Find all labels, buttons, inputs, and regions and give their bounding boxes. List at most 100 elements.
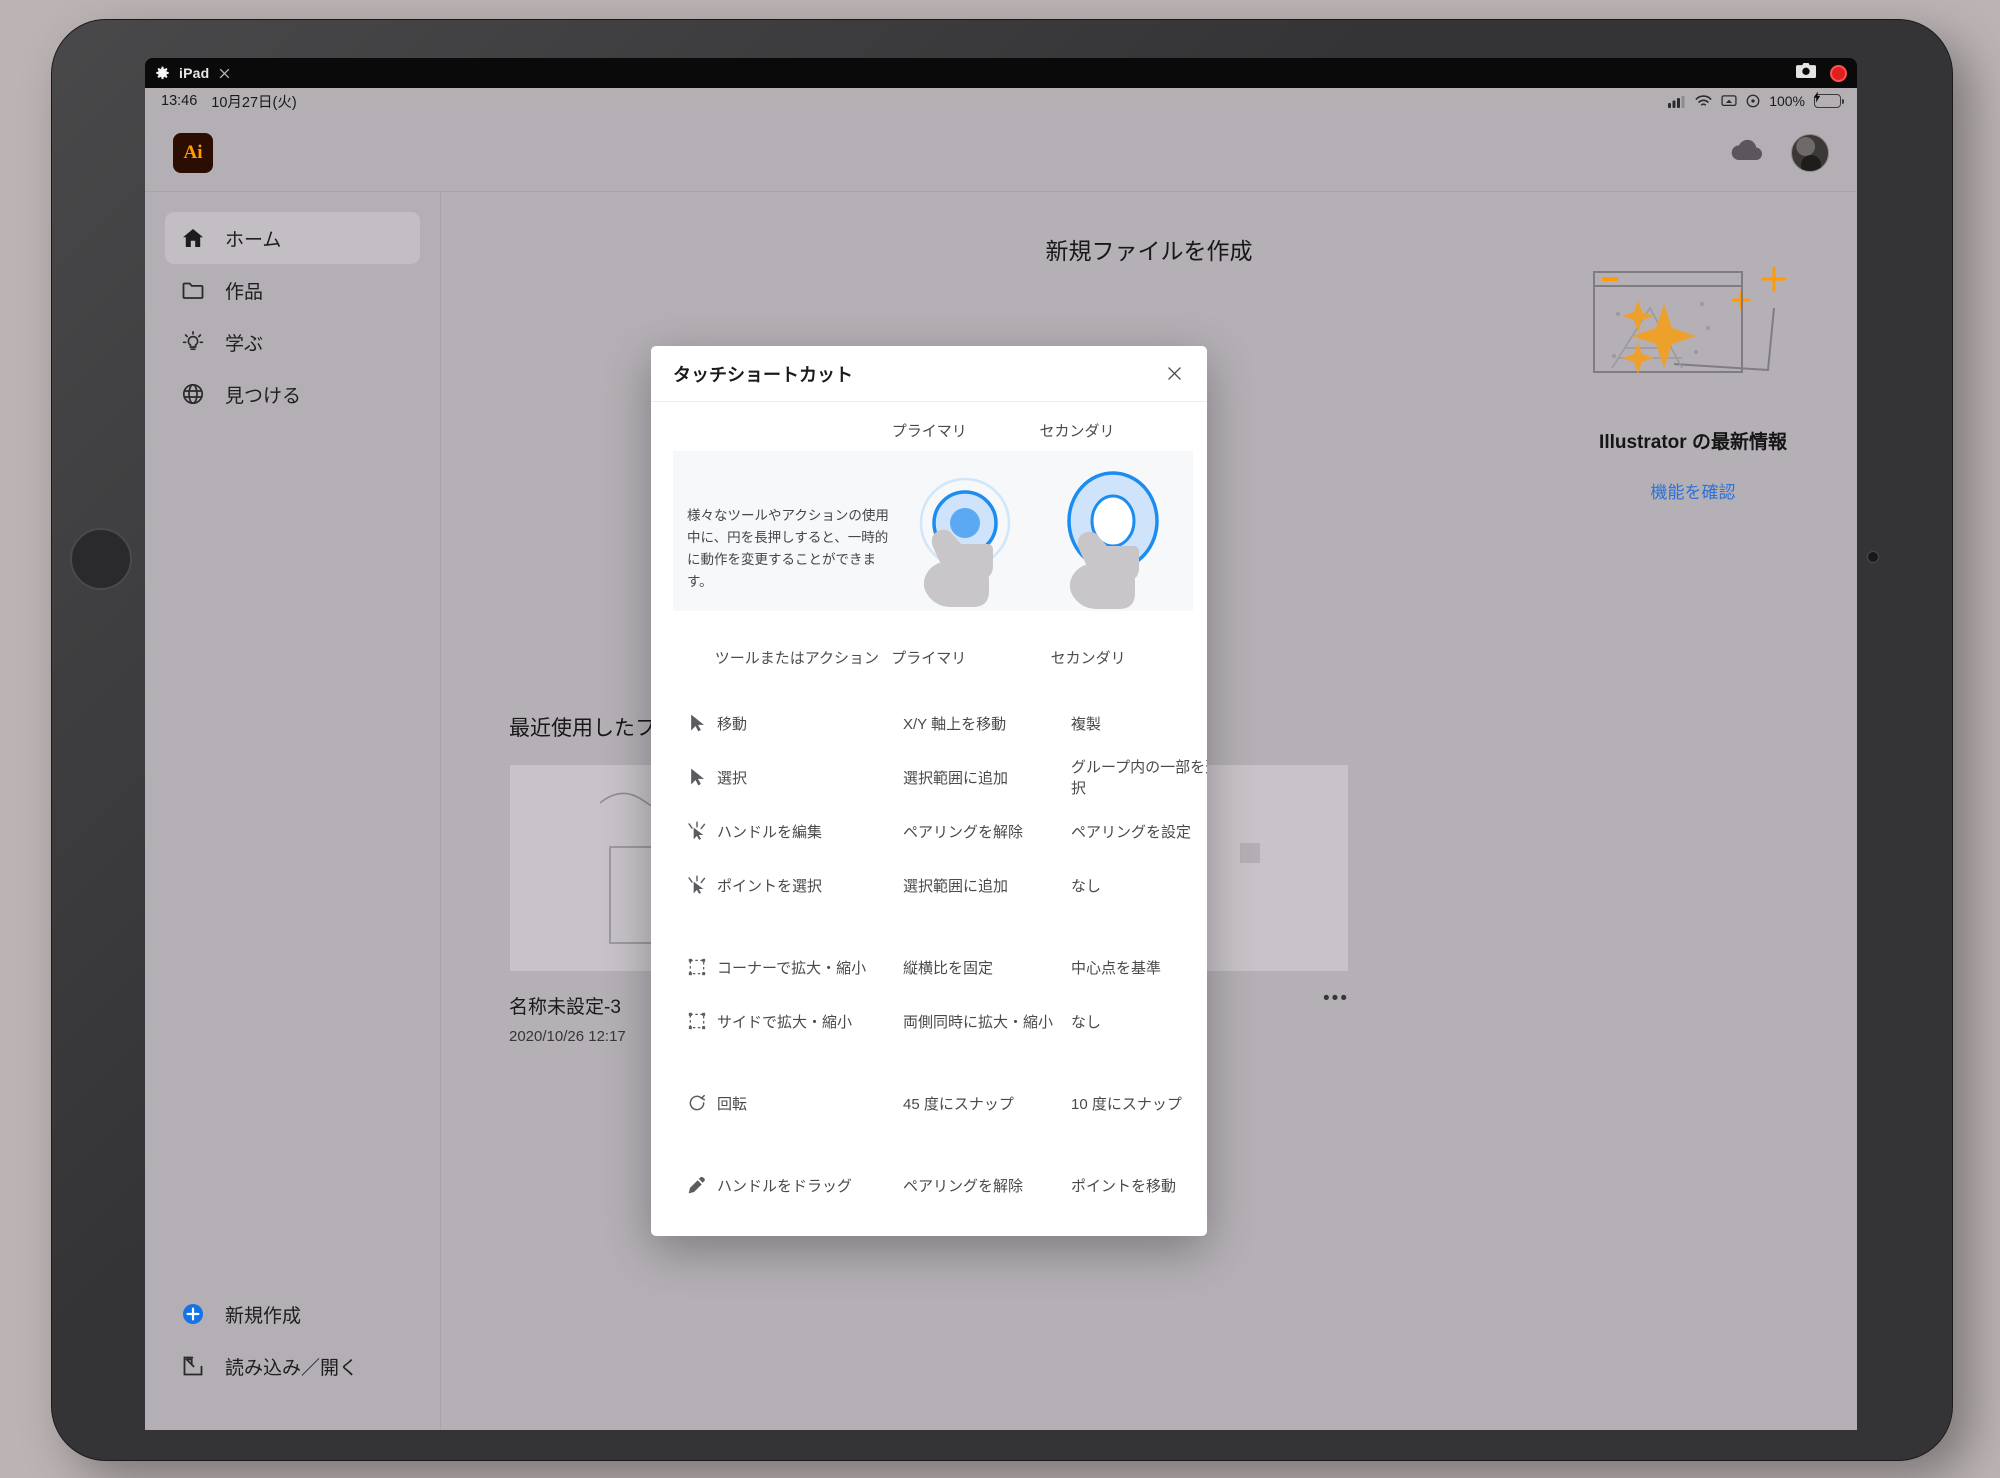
import-open-label: 読み込み／開く — [225, 1357, 359, 1379]
primary-action: ペアリングを解除 — [903, 823, 1024, 841]
hero-header-primary: プライマリ — [891, 423, 967, 440]
sidebar-item-works[interactable]: 作品 — [165, 264, 420, 316]
primary-action: 両側同時に拡大・縮小 — [903, 1013, 1054, 1031]
hero-description: 様々なツールやアクションの使用中に、円を長押しすると、一時的に動作を変更すること… — [687, 508, 889, 589]
sidebar-item-label: ホーム — [225, 229, 282, 251]
primary-action: 選択範囲に追加 — [903, 877, 1009, 895]
camera-icon[interactable] — [1796, 62, 1816, 84]
sidebar-item-discover[interactable]: 見つける — [165, 368, 420, 420]
folder-icon — [181, 278, 205, 302]
move-arrow-icon — [673, 713, 717, 733]
touch-secondary-icon — [1041, 471, 1187, 611]
primary-action: 45 度にスナップ — [903, 1095, 1014, 1113]
primary-action: X/Y 軸上を移動 — [903, 715, 1007, 733]
edit-handle-icon — [673, 821, 717, 841]
gear-icon[interactable] — [155, 66, 170, 81]
hero-header-secondary: セカンダリ — [1039, 423, 1115, 440]
vnc-window-title: iPad — [179, 65, 210, 81]
secondary-action: ポイントを移動 — [1071, 1177, 1177, 1195]
table-row: ポイントを選択 選択範囲に追加 なし — [673, 858, 1193, 912]
select-arrow-icon — [673, 767, 717, 787]
select-point-icon — [673, 875, 717, 895]
vnc-titlebar: iPad — [145, 58, 1857, 88]
table-column-headers: ツールまたはアクション プライマリ セカンダリ — [673, 611, 1193, 668]
table-row: サイドで拡大・縮小 両側同時に拡大・縮小 なし — [673, 994, 1193, 1048]
new-file-button[interactable]: 新規作成 — [165, 1288, 420, 1340]
plus-circle-icon — [181, 1302, 205, 1326]
dialog-body[interactable]: プライマリ セカンダリ 様々なツールやアクションの使用中に、円を長押しすると、一… — [651, 402, 1207, 1236]
rotate-icon — [673, 1093, 717, 1113]
new-file-label: 新規作成 — [225, 1305, 302, 1327]
touch-shortcuts-dialog: タッチショートカット プライマリ セカンダリ 様々なツールやアクションの使用中に… — [651, 346, 1207, 1236]
primary-action: 縦横比を固定 — [903, 959, 994, 977]
tool-name: サイドで拡大・縮小 — [717, 1013, 853, 1031]
cellular-bars-icon — [1668, 95, 1686, 108]
secondary-action: なし — [1071, 877, 1102, 895]
home-icon — [181, 226, 205, 250]
ipad-home-button[interactable] — [70, 528, 132, 590]
cloud-icon[interactable] — [1731, 138, 1765, 167]
sidebar-item-learn[interactable]: 学ぶ — [165, 316, 420, 368]
shortcuts-table: 移動 X/Y 軸上を移動 複製 選択 選択範囲に追加 グループ内の一部を選択 ハ… — [673, 696, 1207, 1236]
globe-icon — [181, 382, 205, 406]
sidebar-item-label: 見つける — [225, 385, 302, 407]
record-dot-icon[interactable] — [1830, 64, 1847, 82]
status-date: 10月27日(火) — [211, 94, 297, 111]
secondary-action: 10 度にスナップ — [1071, 1095, 1182, 1113]
touch-primary-icon — [895, 471, 1041, 611]
col-header-tool: ツールまたはアクション — [714, 650, 880, 667]
hero-column-headers: プライマリ セカンダリ — [673, 402, 1193, 451]
status-time: 13:46 — [161, 93, 198, 109]
primary-action: 選択範囲に追加 — [903, 769, 1009, 787]
secondary-action: なし — [1071, 1013, 1102, 1031]
orientation-lock-icon — [1746, 94, 1760, 108]
secondary-action: ペアリングを設定 — [1071, 823, 1192, 841]
tool-name: 回転 — [717, 1095, 748, 1113]
secondary-action: 中心点を基準 — [1071, 959, 1162, 977]
table-row: 選択 選択範囲に追加 グループ内の一部を選択 — [673, 750, 1207, 804]
primary-action: ペアリングを解除 — [903, 1177, 1024, 1195]
tool-name: 移動 — [717, 715, 748, 733]
ios-status-bar: 13:46 10月27日(火) 100% — [145, 88, 1857, 114]
screen-mirror-icon — [1721, 94, 1737, 108]
scale-corner-icon — [673, 957, 717, 977]
vnc-titlebar-actions — [1796, 58, 1847, 88]
scale-side-icon — [673, 1011, 717, 1031]
import-icon — [181, 1354, 205, 1378]
avatar[interactable] — [1791, 133, 1829, 172]
tool-name: ハンドルを編集 — [717, 823, 823, 841]
dialog-title: タッチショートカット — [673, 364, 853, 385]
sidebar: ホーム 作品 学ぶ 見つける 新規作成 読み込み／開く — [145, 192, 441, 1430]
close-icon[interactable] — [1161, 361, 1187, 387]
drag-handle-pen-icon — [673, 1175, 717, 1195]
tool-name: 選択 — [717, 769, 748, 787]
ipad-front-camera — [1868, 552, 1878, 562]
lightbulb-icon — [181, 330, 205, 354]
tool-name: コーナーで拡大・縮小 — [717, 959, 867, 977]
secondary-action: グループ内の一部を選択 — [1071, 759, 1207, 797]
table-row: ハンドルをドラッグ ペアリングを解除 ポイントを移動 — [673, 1158, 1193, 1212]
illustrator-logo: Ai — [173, 132, 213, 173]
sidebar-item-label: 作品 — [225, 281, 264, 303]
table-row: コーナーで拡大・縮小 縦横比を固定 中心点を基準 — [673, 940, 1193, 994]
ipad-screen: iPad 13:46 10月27日(火) 100% Ai ホーム 作品 学ぶ 見… — [145, 58, 1857, 1430]
sidebar-item-home[interactable]: ホーム — [165, 212, 420, 264]
col-header-secondary: セカンダリ — [1050, 650, 1126, 667]
sidebar-item-label: 学ぶ — [225, 333, 264, 355]
illustrator-app: Ai ホーム 作品 学ぶ 見つける 新規作成 読み込み／開く 新規ファイルを作成… — [145, 114, 1857, 1430]
secondary-action: 複製 — [1071, 715, 1102, 733]
col-header-primary: プライマリ — [891, 650, 967, 667]
app-header: Ai — [145, 114, 1857, 192]
wifi-icon — [1695, 94, 1712, 108]
tool-name: ハンドルをドラッグ — [717, 1177, 853, 1195]
dialog-header: タッチショートカット — [651, 346, 1207, 402]
close-icon[interactable] — [218, 67, 231, 80]
battery-charging-icon — [1813, 90, 1844, 108]
table-row: 移動 X/Y 軸上を移動 複製 — [673, 696, 1193, 750]
battery-percent-label: 100% — [1769, 93, 1805, 109]
tool-name: ポイントを選択 — [717, 877, 823, 895]
import-open-button[interactable]: 読み込み／開く — [165, 1340, 420, 1392]
table-row: ハンドルを編集 ペアリングを解除 ペアリングを設定 — [673, 804, 1193, 858]
table-row: 回転 45 度にスナップ 10 度にスナップ — [673, 1076, 1193, 1130]
hero-band: 様々なツールやアクションの使用中に、円を長押しすると、一時的に動作を変更すること… — [673, 451, 1193, 611]
